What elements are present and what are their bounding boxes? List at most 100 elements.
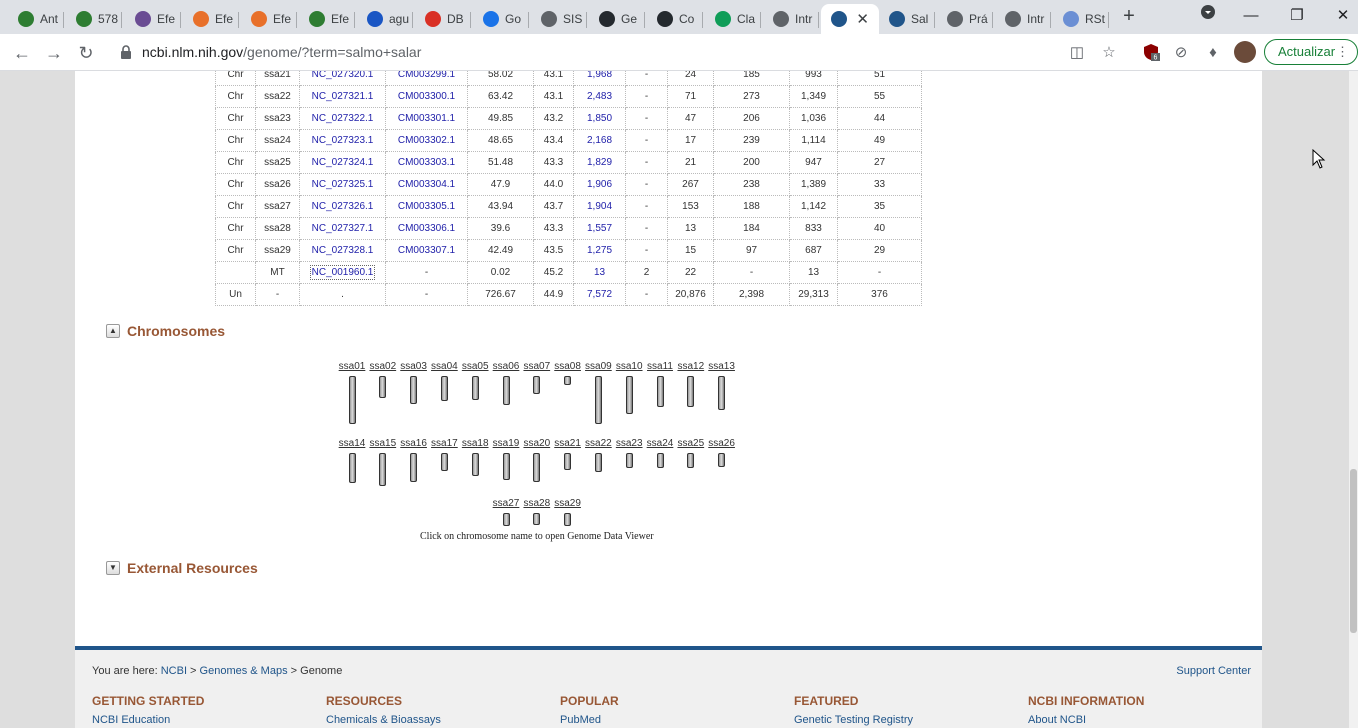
- block-icon[interactable]: ⊘: [1171, 43, 1191, 63]
- chromosome-label[interactable]: ssa02: [368, 361, 398, 372]
- table-cell[interactable]: CM003300.1: [398, 91, 455, 102]
- table-cell[interactable]: NC_027322.1: [312, 113, 374, 124]
- chromosome-label[interactable]: ssa27: [491, 498, 521, 509]
- chromosome-label[interactable]: ssa14: [337, 438, 367, 449]
- table-cell[interactable]: 13: [594, 267, 605, 278]
- chromosome-label[interactable]: ssa29: [553, 498, 583, 509]
- chromosome-ssa16[interactable]: ssa16: [399, 438, 429, 482]
- update-button[interactable]: Actualizar ⋮: [1264, 39, 1358, 65]
- chromosome-ssa14[interactable]: ssa14: [337, 438, 367, 484]
- chromosome-bar[interactable]: [564, 513, 572, 526]
- chromosome-bar[interactable]: [594, 453, 602, 473]
- chromosome-label[interactable]: ssa17: [429, 438, 459, 449]
- table-cell[interactable]: NC_027323.1: [312, 135, 374, 146]
- table-cell[interactable]: CM003305.1: [398, 201, 455, 212]
- browser-tab[interactable]: Efe: [183, 4, 239, 34]
- chromosome-bar[interactable]: [440, 453, 448, 471]
- browser-tab[interactable]: 578: [66, 4, 122, 34]
- chromosome-label[interactable]: ssa16: [399, 438, 429, 449]
- chromosome-ssa21[interactable]: ssa21: [553, 438, 583, 471]
- back-button[interactable]: ←: [10, 41, 34, 65]
- chromosome-label[interactable]: ssa05: [460, 361, 490, 372]
- chromosome-ssa22[interactable]: ssa22: [583, 438, 613, 473]
- footer-link[interactable]: PubMed: [560, 714, 619, 726]
- table-cell[interactable]: CM003301.1: [398, 113, 455, 124]
- table-cell[interactable]: CM003303.1: [398, 157, 455, 168]
- browser-tab[interactable]: Co: [647, 4, 703, 34]
- chromosome-ssa11[interactable]: ssa11: [645, 361, 675, 407]
- chromosome-bar[interactable]: [718, 453, 726, 468]
- table-cell[interactable]: 2,168: [587, 135, 612, 146]
- footer-link[interactable]: About NCBI: [1028, 714, 1144, 726]
- chromosome-label[interactable]: ssa23: [614, 438, 644, 449]
- chromosome-bar[interactable]: [410, 453, 418, 482]
- footer-link[interactable]: Chemicals & Bioassays: [326, 714, 441, 726]
- browser-tab[interactable]: Prá: [937, 4, 993, 34]
- chromosome-label[interactable]: ssa01: [337, 361, 367, 372]
- table-cell[interactable]: NC_027328.1: [312, 245, 374, 256]
- page-scrollbar[interactable]: [1349, 71, 1358, 728]
- minimize-button[interactable]: —: [1236, 4, 1266, 28]
- chromosome-ssa01[interactable]: ssa01: [337, 361, 367, 424]
- chromosome-label[interactable]: ssa21: [553, 438, 583, 449]
- chromosome-label[interactable]: ssa12: [676, 361, 706, 372]
- footer-link[interactable]: Genetic Testing Registry: [794, 714, 913, 726]
- chromosome-label[interactable]: ssa11: [645, 361, 675, 372]
- chromosome-bar[interactable]: [502, 453, 510, 481]
- menu-dots-icon[interactable]: ⋮: [1336, 40, 1349, 64]
- close-window-button[interactable]: ✕: [1328, 4, 1358, 28]
- chromosome-ssa19[interactable]: ssa19: [491, 438, 521, 481]
- chromosome-label[interactable]: ssa26: [707, 438, 737, 449]
- chromosome-ssa24[interactable]: ssa24: [645, 438, 675, 468]
- chromosome-label[interactable]: ssa25: [676, 438, 706, 449]
- new-tab-button[interactable]: +: [1119, 6, 1139, 26]
- chromosome-bar[interactable]: [533, 513, 541, 525]
- forward-button[interactable]: →: [42, 41, 66, 65]
- chromosome-label[interactable]: ssa09: [583, 361, 613, 372]
- breadcrumb-genomes-maps[interactable]: Genomes & Maps: [200, 665, 288, 677]
- table-cell[interactable]: CM003306.1: [398, 223, 455, 234]
- chromosome-ssa07[interactable]: ssa07: [522, 361, 552, 395]
- chromosome-ssa05[interactable]: ssa05: [460, 361, 490, 401]
- browser-tab[interactable]: Efe: [125, 4, 181, 34]
- chromosome-label[interactable]: ssa08: [553, 361, 583, 372]
- chromosome-bar[interactable]: [379, 376, 387, 398]
- chromosome-bar[interactable]: [564, 376, 572, 385]
- chromosome-ssa26[interactable]: ssa26: [707, 438, 737, 468]
- browser-tab[interactable]: Efe: [241, 4, 297, 34]
- chromosome-bar[interactable]: [533, 376, 541, 395]
- table-cell[interactable]: 7,572: [587, 289, 612, 300]
- chromosome-ssa27[interactable]: ssa27: [491, 498, 521, 527]
- chromosome-ssa03[interactable]: ssa03: [399, 361, 429, 404]
- chromosome-ssa29[interactable]: ssa29: [553, 498, 583, 526]
- chromosome-ssa09[interactable]: ssa09: [583, 361, 613, 425]
- table-cell[interactable]: CM003307.1: [398, 245, 455, 256]
- support-center-link[interactable]: Support Center: [1176, 665, 1251, 677]
- chromosome-label[interactable]: ssa10: [614, 361, 644, 372]
- browser-tab[interactable]: RSt: [1053, 4, 1109, 34]
- browser-tab[interactable]: Ge: [589, 4, 645, 34]
- chromosome-bar[interactable]: [348, 453, 356, 484]
- table-cell[interactable]: CM003302.1: [398, 135, 455, 146]
- tab-search-icon[interactable]: [1193, 4, 1223, 28]
- chromosome-bar[interactable]: [687, 453, 695, 469]
- extensions-puzzle-icon[interactable]: ♦: [1203, 43, 1223, 63]
- chromosome-bar[interactable]: [471, 453, 479, 476]
- external-resources-section-header[interactable]: ▼ External Resources: [106, 560, 258, 576]
- chromosome-bar[interactable]: [656, 376, 664, 407]
- table-cell[interactable]: NC_027326.1: [312, 201, 374, 212]
- table-cell[interactable]: 1,557: [587, 223, 612, 234]
- table-cell[interactable]: NC_027327.1: [312, 223, 374, 234]
- scrollbar-thumb[interactable]: [1350, 469, 1357, 633]
- breadcrumb-ncbi[interactable]: NCBI: [161, 665, 187, 677]
- chromosome-label[interactable]: ssa24: [645, 438, 675, 449]
- translate-icon[interactable]: ◫: [1067, 43, 1087, 63]
- chromosome-ssa23[interactable]: ssa23: [614, 438, 644, 468]
- chromosomes-section-header[interactable]: ▲ Chromosomes: [106, 323, 225, 339]
- tab-close-icon[interactable]: ✕: [856, 10, 869, 28]
- table-cell[interactable]: 1,968: [587, 71, 612, 80]
- lock-icon[interactable]: [120, 45, 132, 59]
- table-cell[interactable]: NC_027321.1: [312, 91, 374, 102]
- ublock-extension-icon[interactable]: 6: [1141, 43, 1161, 63]
- browser-tab[interactable]: Intr: [995, 4, 1051, 34]
